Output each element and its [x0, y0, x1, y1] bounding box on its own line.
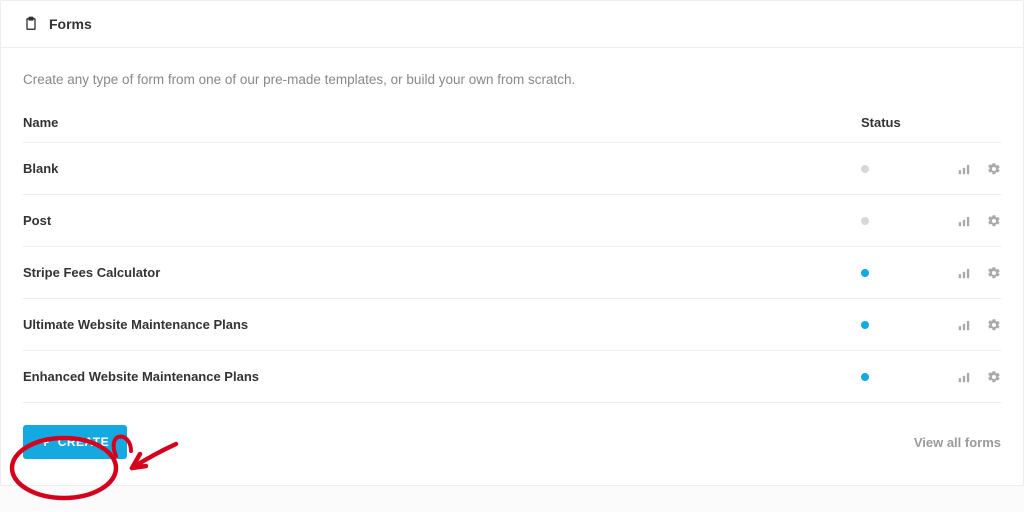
forms-table: Name Status Blank Post Stripe Fees Calcula… — [23, 115, 1001, 403]
panel-footer: + CREATE View all forms — [1, 403, 1023, 485]
gear-icon[interactable] — [987, 214, 1001, 228]
status-indicator — [861, 373, 921, 381]
row-actions — [921, 370, 1001, 384]
panel-header: Forms — [1, 1, 1023, 48]
form-name: Post — [23, 213, 861, 228]
stats-icon[interactable] — [957, 318, 971, 332]
status-dot-inactive — [861, 165, 869, 173]
form-name: Stripe Fees Calculator — [23, 265, 861, 280]
intro-text: Create any type of form from one of our … — [23, 72, 1001, 87]
status-dot-active — [861, 269, 869, 277]
table-row[interactable]: Post — [23, 195, 1001, 247]
status-indicator — [861, 165, 921, 173]
view-all-forms-link[interactable]: View all forms — [914, 435, 1001, 450]
create-label: CREATE — [58, 435, 109, 449]
panel-title: Forms — [49, 16, 92, 32]
status-dot-active — [861, 321, 869, 329]
form-name: Enhanced Website Maintenance Plans — [23, 369, 861, 384]
stats-icon[interactable] — [957, 266, 971, 280]
gear-icon[interactable] — [987, 266, 1001, 280]
table-row[interactable]: Enhanced Website Maintenance Plans — [23, 351, 1001, 403]
row-actions — [921, 162, 1001, 176]
forms-panel: Forms Create any type of form from one o… — [0, 0, 1024, 486]
row-actions — [921, 266, 1001, 280]
gear-icon[interactable] — [987, 370, 1001, 384]
status-indicator — [861, 321, 921, 329]
create-button[interactable]: + CREATE — [23, 425, 127, 459]
form-name: Blank — [23, 161, 861, 176]
table-row[interactable]: Stripe Fees Calculator — [23, 247, 1001, 299]
table-row[interactable]: Ultimate Website Maintenance Plans — [23, 299, 1001, 351]
clipboard-icon — [23, 15, 39, 33]
table-header: Name Status — [23, 115, 1001, 143]
row-actions — [921, 318, 1001, 332]
row-actions — [921, 214, 1001, 228]
gear-icon[interactable] — [987, 318, 1001, 332]
col-header-status: Status — [861, 115, 921, 130]
col-header-name: Name — [23, 115, 861, 130]
stats-icon[interactable] — [957, 214, 971, 228]
status-dot-active — [861, 373, 869, 381]
form-name: Ultimate Website Maintenance Plans — [23, 317, 861, 332]
panel-body: Create any type of form from one of our … — [1, 48, 1023, 403]
status-indicator — [861, 217, 921, 225]
status-indicator — [861, 269, 921, 277]
stats-icon[interactable] — [957, 370, 971, 384]
plus-icon: + — [41, 435, 50, 449]
table-row[interactable]: Blank — [23, 143, 1001, 195]
gear-icon[interactable] — [987, 162, 1001, 176]
status-dot-inactive — [861, 217, 869, 225]
stats-icon[interactable] — [957, 162, 971, 176]
